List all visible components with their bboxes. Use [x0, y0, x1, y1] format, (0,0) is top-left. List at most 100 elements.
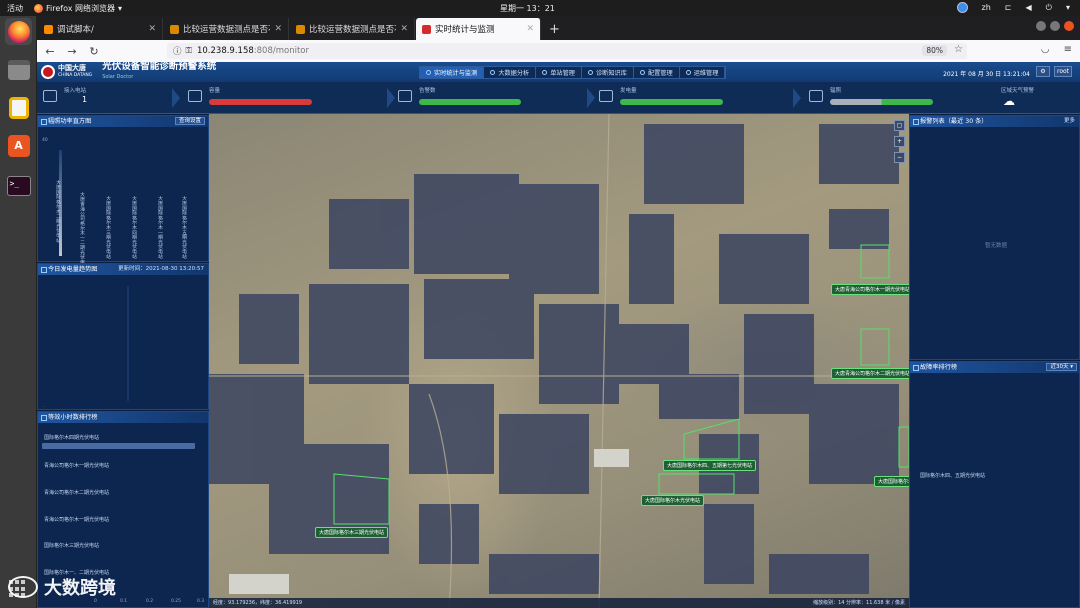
tab-label: 比较运营数据测点是否不: [309, 25, 397, 35]
dock-terminal[interactable]: >_: [5, 172, 32, 199]
user-button[interactable]: root: [1054, 66, 1072, 77]
zoom-in-button[interactable]: +: [894, 136, 905, 147]
dock-software[interactable]: A: [5, 132, 32, 159]
lock-icon[interactable]: ⚿: [186, 46, 192, 56]
map-status-bar: 经度：93.179236，纬度：36.419919 缩放级别：14 分辨率：11…: [209, 598, 909, 608]
main-nav: 实时统计与监测 大数据分析 单站管理 诊断知识库 配置管理 运维管理: [419, 66, 727, 79]
maximize-button[interactable]: [1050, 21, 1060, 31]
clock[interactable]: 星期一 13：21: [500, 3, 555, 14]
dock-files[interactable]: [5, 56, 32, 83]
bookmark-star-icon[interactable]: ☆: [954, 44, 963, 55]
map-layer-button[interactable]: ▢: [894, 120, 905, 131]
info-icon[interactable]: ⓘ: [173, 45, 182, 57]
nav-label: 诊断知识库: [596, 70, 627, 77]
more-link[interactable]: 更多: [1064, 116, 1075, 127]
settings-icon[interactable]: ⚙: [1036, 66, 1050, 77]
minimize-button[interactable]: [1036, 21, 1046, 31]
company-logo: 中国大唐 CHINA DATANG: [41, 64, 92, 80]
files-icon: [7, 59, 30, 80]
rank-item: 青海公司格尔木二期光伏电站: [44, 490, 110, 496]
stats-strip: 接入电站 1 容量 告警数 发电量 辐照 区域天气预警 ☁: [37, 82, 1080, 114]
trend-x-ticks: ·: [44, 404, 45, 409]
chevron-down-icon: ▾: [118, 3, 123, 13]
forward-button[interactable]: →: [63, 45, 81, 58]
rank-item: 青海公司格尔木一期光伏电站: [44, 463, 110, 469]
panel-title-text: 故障率排行榜: [920, 364, 958, 371]
zoom-indicator[interactable]: 80%: [922, 45, 947, 56]
close-window-button[interactable]: [1064, 21, 1074, 31]
station-label[interactable]: 大唐国际格尔木一期光伏电站: [874, 476, 909, 487]
back-button[interactable]: ←: [41, 45, 59, 58]
stat-irradiance: 辐照: [803, 82, 983, 114]
rank-item: 青海公司格尔木一期光伏电站: [44, 517, 110, 523]
tab-label: 比较运营数据测点是否不: [183, 25, 271, 35]
language-indicator[interactable]: zh: [982, 3, 991, 12]
tab-favicon-icon: [44, 24, 53, 34]
browser-nav-bar: ← → ↻ ⓘ ⚿ 10.238.9.158 :808/monitor 80% …: [37, 40, 1080, 62]
nav-label: 大数据分析: [498, 70, 530, 77]
tab-favicon-icon: [422, 24, 431, 34]
satellite-map[interactable]: ▢ + − 大唐青海公司格尔木一期光伏电站 大唐青海公司格尔木二期光伏电站 大唐…: [209, 114, 909, 608]
tab-monitor[interactable]: 实时统计与监测 ✕: [416, 18, 541, 40]
nav-station[interactable]: 单站管理: [536, 67, 582, 78]
url-host: 10.238.9.158: [196, 46, 254, 56]
dock-firefox[interactable]: [5, 18, 32, 45]
station-label[interactable]: 大唐青海公司格尔木二期光伏电站: [831, 368, 909, 379]
stat-label: 告警数: [419, 88, 436, 94]
volume-icon[interactable]: ◀: [1026, 3, 1032, 12]
nav-realtime[interactable]: 实时统计与监测: [420, 67, 485, 78]
panel-title-text: 今日发电量趋势图: [48, 266, 98, 273]
tab-label: 调试脚本/: [57, 25, 94, 35]
nav-ops[interactable]: 运维管理: [680, 67, 726, 78]
nav-config[interactable]: 配置管理: [634, 67, 680, 78]
solar-panel-icon: [43, 90, 57, 102]
tab-compare-2[interactable]: 比较运营数据测点是否不 ✕: [290, 18, 415, 40]
query-settings-button[interactable]: 查询设置: [174, 117, 205, 125]
tab-favicon-icon: [170, 24, 179, 34]
station-icon: [542, 70, 548, 75]
station-axis-label: 大唐青海公司格尔木一二期光伏电站: [79, 192, 84, 269]
nav-label: 单站管理: [550, 70, 575, 77]
tab-favicon-icon: [296, 24, 305, 34]
irradiance-histogram-panel: 辐照功率直方图 查询设置 40 大唐国际格尔木二期光伏电站 大唐青海公司格尔木一…: [37, 115, 209, 269]
browser-app-menu[interactable]: Firefox 网络浏览器 ▾: [34, 3, 122, 14]
stat-capacity: 容量: [182, 82, 382, 114]
tab-debug-script[interactable]: 调试脚本/ ✕: [38, 18, 163, 40]
nav-label: 实时统计与监测: [434, 70, 478, 77]
power-icon[interactable]: ⏻: [1046, 3, 1052, 13]
station-label[interactable]: 大唐青海公司格尔木一期光伏电站: [831, 284, 909, 295]
station-label[interactable]: 大唐国际格尔木三期光伏电站: [315, 527, 389, 538]
close-icon[interactable]: ✕: [526, 24, 534, 34]
terminal-icon: >_: [6, 175, 31, 196]
station-label[interactable]: 大唐国际格尔木光伏电站: [641, 495, 705, 506]
zoom-out-button[interactable]: −: [894, 152, 905, 163]
dock-rhythmbox[interactable]: [5, 94, 32, 121]
period-select[interactable]: 近30天 ▾: [1046, 363, 1077, 371]
reload-button[interactable]: ↻: [85, 45, 103, 58]
rhythmbox-icon: [8, 96, 29, 119]
chevron-down-icon[interactable]: ▾: [1066, 3, 1070, 12]
menu-icon[interactable]: ≡: [1064, 44, 1072, 55]
browser-menu-label: Firefox 网络浏览器: [46, 3, 116, 13]
panel-title: 等效小时数排行榜: [38, 412, 208, 423]
tab-compare-1[interactable]: 比较运营数据测点是否不 ✕: [164, 18, 289, 40]
panel-title-text: 报警列表（最近 30 条）: [920, 118, 988, 125]
tab-label: 实时统计与监测: [435, 25, 495, 35]
nav-bigdata[interactable]: 大数据分析: [484, 67, 537, 78]
im-icon[interactable]: [956, 2, 968, 13]
activities-button[interactable]: 活动: [0, 3, 34, 14]
station-label[interactable]: 大唐国际格尔木四、五期第七光伏电站: [663, 460, 757, 471]
close-icon[interactable]: ✕: [400, 24, 408, 34]
watermark-text: 大数跨境: [44, 578, 116, 599]
close-icon[interactable]: ✕: [274, 24, 282, 34]
new-tab-button[interactable]: +: [549, 22, 560, 37]
pocket-icon[interactable]: ◡: [1041, 44, 1050, 55]
stat-label: 容量: [209, 88, 221, 94]
divider-arrow: [172, 88, 180, 108]
weather-cloud-icon: ☁: [1003, 94, 1015, 108]
network-icon[interactable]: ⊏: [1005, 3, 1012, 12]
url-bar[interactable]: ⓘ ⚿ 10.238.9.158 :808/monitor 80% ☆: [167, 43, 967, 59]
close-icon[interactable]: ✕: [148, 24, 156, 34]
nav-knowledge[interactable]: 诊断知识库: [582, 67, 634, 78]
knowledge-icon: [588, 70, 593, 75]
